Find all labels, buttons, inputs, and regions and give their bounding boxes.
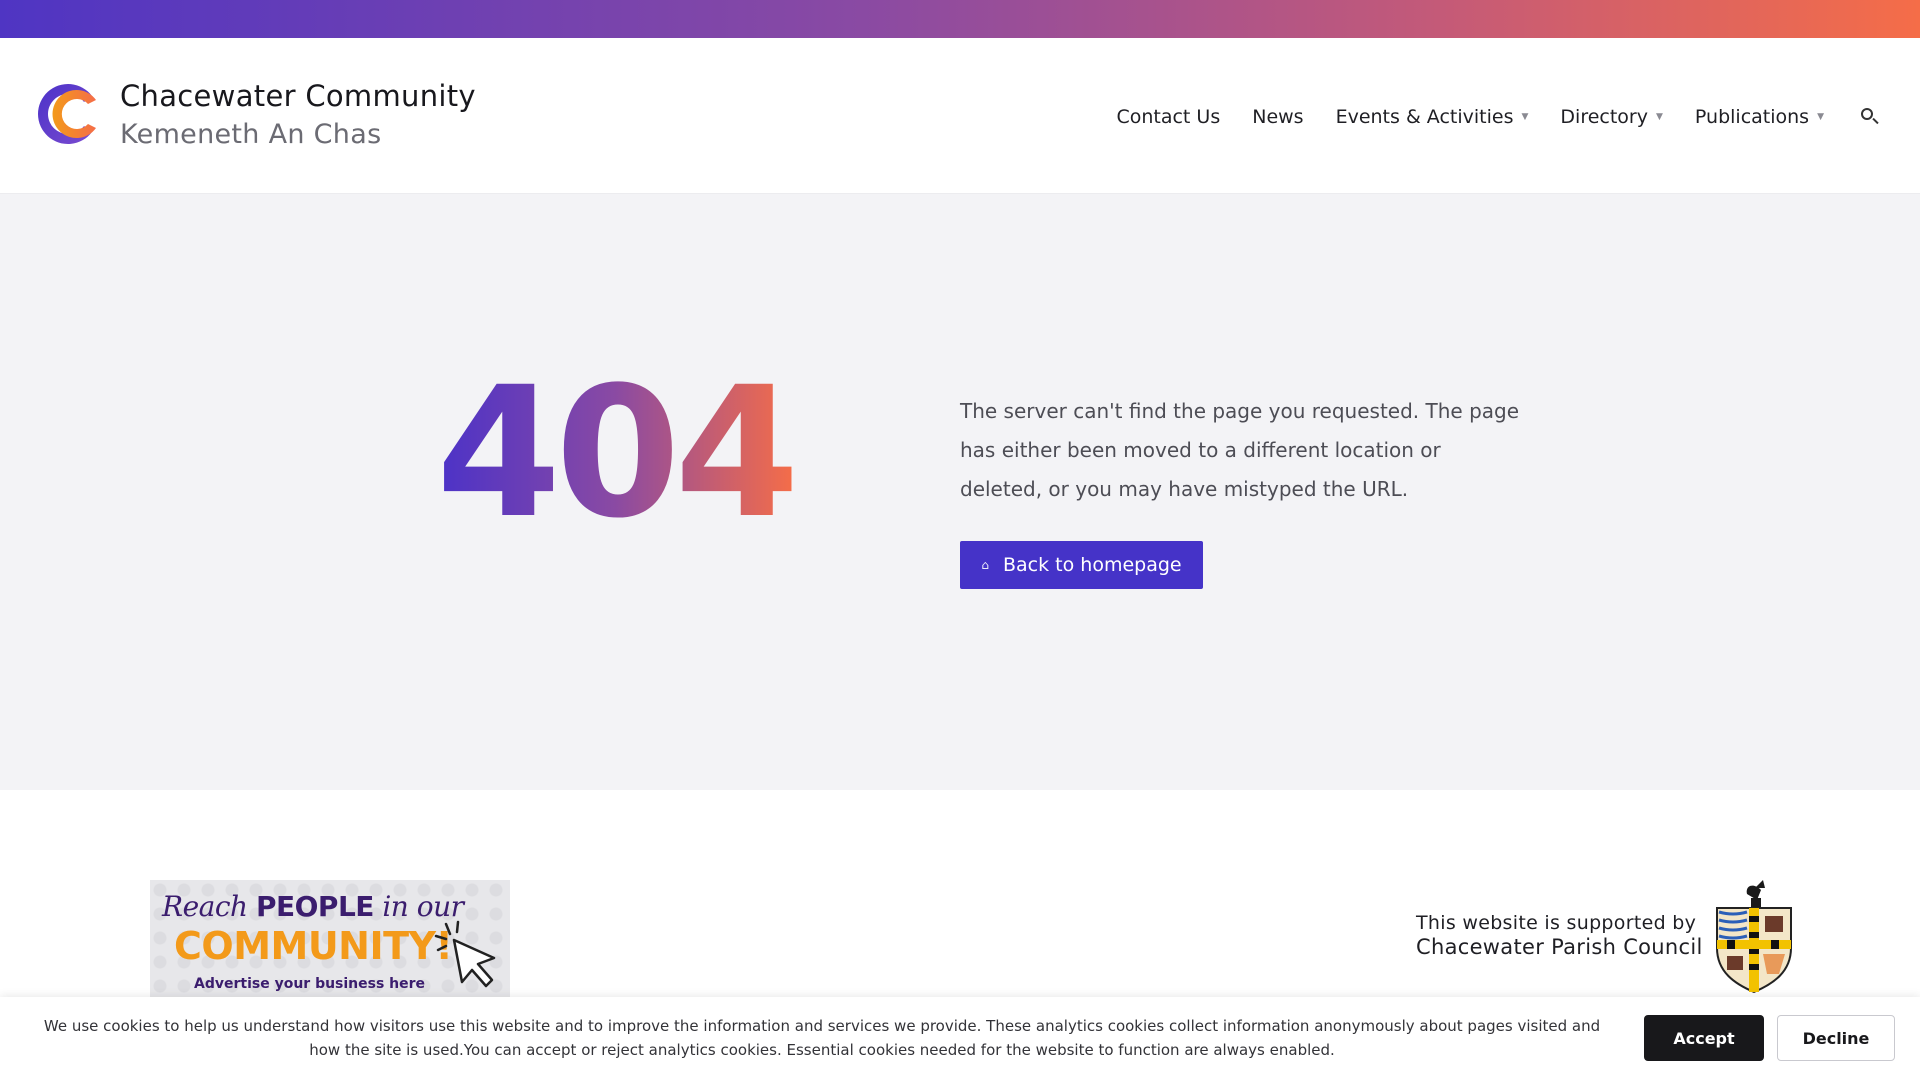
cursor-click-icon <box>434 920 496 988</box>
error-hero: 404 The server can't find the page you r… <box>0 194 1920 790</box>
cookie-message: We use cookies to help us understand how… <box>43 1017 1601 1059</box>
home-icon: ⌂ <box>981 558 989 572</box>
chevron-down-icon: ▼ <box>1521 112 1529 122</box>
top-gradient-strip <box>0 0 1920 38</box>
nav-label: Events & Activities <box>1335 106 1514 128</box>
parish-crest-icon <box>1715 880 1792 994</box>
button-label: Back to homepage <box>1003 554 1182 576</box>
search-icon[interactable] <box>1860 107 1880 127</box>
cookie-consent-bar: We use cookies to help us understand how… <box>0 997 1920 1080</box>
nav-news[interactable]: News <box>1252 106 1303 128</box>
error-code: 404 <box>436 349 800 558</box>
chevron-down-icon: ▼ <box>1655 112 1663 122</box>
ad-cta-text: Advertise your business here <box>194 976 426 992</box>
main-navigation: Contact Us News Events & Activities ▼ Di… <box>1084 106 1880 128</box>
ad-community-text: COMMUNITY! <box>174 924 453 968</box>
nav-events-activities[interactable]: Events & Activities ▼ <box>1336 106 1529 128</box>
nav-label: Directory <box>1560 106 1648 128</box>
site-subtitle: Kemeneth An Chas <box>120 118 382 150</box>
nav-directory[interactable]: Directory ▼ <box>1560 106 1663 128</box>
chevron-down-icon: ▼ <box>1817 112 1824 122</box>
site-header: Chacewater Community Kemeneth An Chas Co… <box>0 38 1920 194</box>
nav-label: News <box>1252 106 1304 128</box>
nav-contact-us[interactable]: Contact Us <box>1116 106 1220 128</box>
support-line-1: This website is supported by <box>1416 912 1697 934</box>
support-line-2: Chacewater Parish Council <box>1416 935 1703 959</box>
error-message: The server can't find the page you reque… <box>960 399 1520 501</box>
back-to-homepage-button[interactable]: ⌂ Back to homepage <box>960 541 1203 589</box>
c-monogram-logo-icon <box>38 84 96 144</box>
decline-cookies-button[interactable]: Decline <box>1777 1015 1895 1061</box>
site-title: Chacewater Community <box>120 78 476 113</box>
parish-support[interactable]: This website is supported by Chacewater … <box>1416 876 1795 994</box>
nav-label: Publications <box>1694 106 1810 128</box>
site-brand[interactable]: Chacewater Community Kemeneth An Chas <box>30 74 476 154</box>
nav-publications[interactable]: Publications ▼ <box>1695 106 1824 128</box>
ad-headline: Reach PEOPLE in our <box>162 890 464 923</box>
nav-label: Contact Us <box>1116 106 1221 128</box>
accept-cookies-button[interactable]: Accept <box>1644 1015 1764 1061</box>
advertise-banner[interactable]: Reach PEOPLE in our COMMUNITY! Advertise… <box>150 880 510 998</box>
